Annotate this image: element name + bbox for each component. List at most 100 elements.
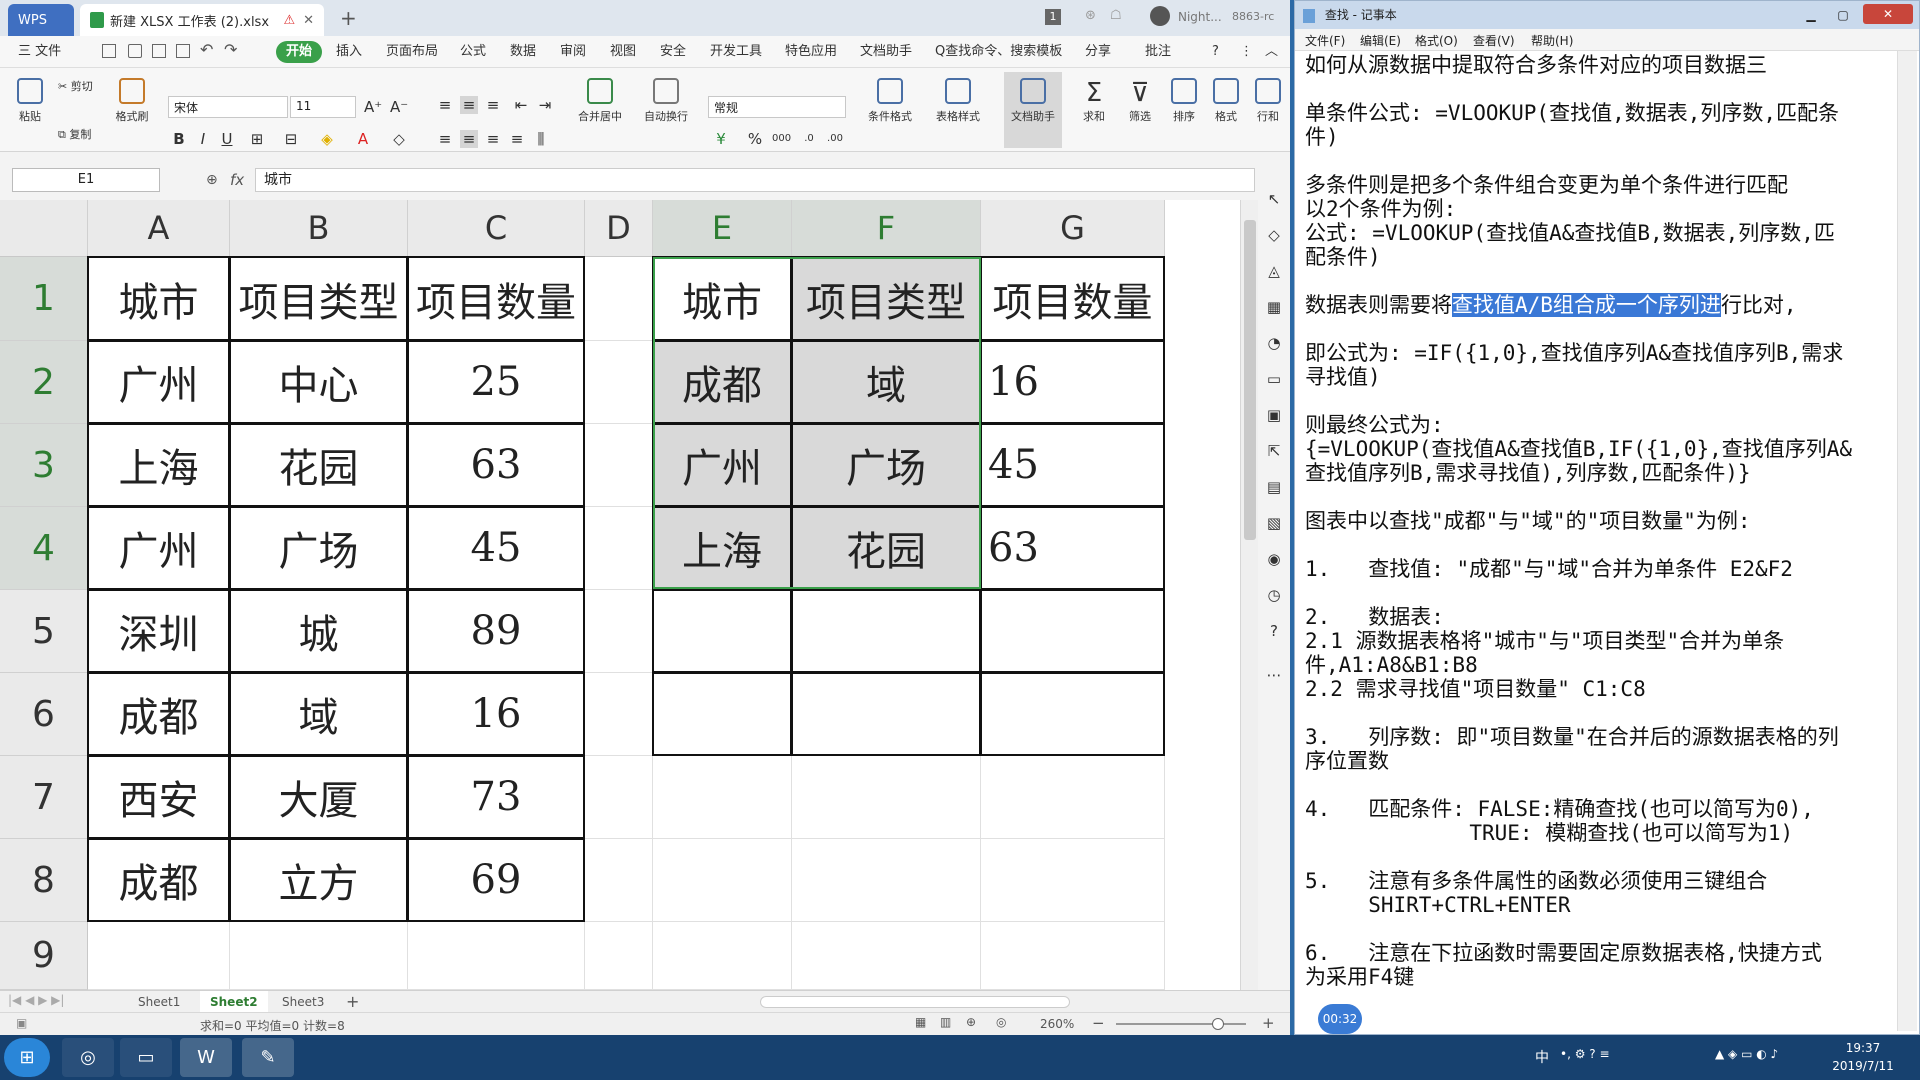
grid-cell[interactable] [88, 922, 230, 990]
align-right-icon[interactable]: ≡ [484, 130, 502, 148]
grid-cell[interactable] [981, 756, 1165, 839]
cell-a2[interactable]: 广州 [87, 340, 230, 424]
cell-c5[interactable]: 89 [407, 589, 585, 673]
vertical-scrollbar[interactable] [1240, 200, 1258, 990]
cell-e6[interactable] [652, 672, 792, 756]
tab-wps-home[interactable]: WPS [8, 4, 74, 36]
increase-decimal-icon[interactable]: .0 [800, 130, 818, 148]
image-icon[interactable]: ▧ [1265, 514, 1283, 532]
formula-input[interactable]: 城市 [255, 168, 1255, 192]
menu-review[interactable]: 审阅 [560, 42, 586, 62]
grid-cell[interactable] [585, 424, 653, 507]
shirt-icon[interactable]: ☖ [1110, 8, 1122, 23]
style-icon[interactable]: ◬ [1265, 262, 1283, 280]
shape-icon[interactable]: ◇ [1265, 226, 1283, 244]
menu-file[interactable]: 三 文件 [18, 42, 61, 62]
zoom-slider[interactable] [1116, 1018, 1246, 1030]
maximize-icon[interactable]: ▢ [1829, 1, 1857, 29]
select-icon[interactable]: ↖ [1265, 190, 1283, 208]
cell-e3[interactable]: 广州 [652, 423, 792, 507]
close-icon[interactable]: ✕ [1863, 4, 1913, 24]
grid-cell[interactable] [585, 839, 653, 922]
cell-f2[interactable]: 域 [791, 340, 981, 424]
ime-toolbar-icons[interactable]: •, ⚙ ? ≡ [1560, 1047, 1610, 1061]
minimize-icon[interactable]: ▁ [1797, 1, 1825, 29]
clear-format-icon[interactable]: ◇ [390, 130, 408, 148]
grid-cell[interactable] [653, 839, 792, 922]
more-icon[interactable]: ⋮ [1240, 42, 1253, 62]
sheet-tab-2[interactable]: Sheet2 [200, 991, 268, 1013]
search-command[interactable]: Q查找命令、搜索模板 [935, 42, 1062, 62]
grid-cell[interactable] [792, 756, 981, 839]
export-side-icon[interactable]: ⇱ [1265, 442, 1283, 460]
tray-icons[interactable]: ▲ ◈ ▭ ◐ ♪ [1715, 1047, 1778, 1061]
column-header-g[interactable]: G [981, 200, 1165, 257]
filter-button[interactable]: ⊽ 筛选 [1122, 78, 1158, 124]
column-header-d[interactable]: D [585, 200, 653, 257]
new-tab-button[interactable]: + [340, 6, 357, 30]
indent-increase-icon[interactable]: ⇥ [536, 96, 554, 114]
bold-icon[interactable]: B [170, 130, 188, 148]
table-style-button[interactable]: 表格样式 [928, 78, 988, 124]
sheet-tab-1[interactable]: Sheet1 [128, 991, 190, 1013]
cell-f3[interactable]: 广场 [791, 423, 981, 507]
align-left-icon[interactable]: ≡ [436, 130, 454, 148]
backup-icon[interactable]: ▤ [1265, 478, 1283, 496]
scroll-thumb[interactable] [1244, 220, 1256, 540]
cell-a1[interactable]: 城市 [87, 256, 230, 341]
menu-page-layout[interactable]: 页面布局 [386, 42, 438, 62]
more-side-icon[interactable]: ⋯ [1265, 666, 1283, 684]
copy-button[interactable]: ⧉ 复制 [58, 126, 108, 142]
menu-view[interactable]: 视图 [610, 42, 636, 62]
column-header-c[interactable]: C [408, 200, 585, 257]
cell-a6[interactable]: 成都 [87, 672, 230, 756]
history-icon[interactable]: ◷ [1265, 586, 1283, 604]
percent-icon[interactable]: % [746, 130, 764, 148]
normal-view-icon[interactable]: ▦ [915, 1015, 926, 1029]
grid-cell[interactable] [585, 507, 653, 590]
row-header-3[interactable]: 3 [0, 424, 88, 507]
underline-icon[interactable]: U [218, 130, 236, 148]
np-menu-view[interactable]: 查看(V) [1473, 32, 1515, 49]
page-layout-icon[interactable]: ⊕ [966, 1015, 976, 1029]
chrome-icon[interactable]: ◎ [62, 1038, 114, 1077]
macro-icon[interactable]: ▣ [16, 1016, 27, 1030]
cell-g6[interactable] [980, 672, 1165, 756]
font-size-select[interactable]: 11 [290, 96, 356, 118]
row-header-8[interactable]: 8 [0, 839, 88, 922]
eye-protect-icon[interactable]: ◎ [996, 1015, 1006, 1029]
merge-center-button[interactable]: 合并居中 [572, 78, 628, 124]
grid-cell[interactable] [585, 257, 653, 341]
cell-a5[interactable]: 深圳 [87, 589, 230, 673]
row-header-4[interactable]: 4 [0, 507, 88, 590]
align-bottom-icon[interactable]: ≡ [484, 96, 502, 114]
cell-a7[interactable]: 西安 [87, 755, 230, 839]
grid-cell[interactable] [585, 341, 653, 424]
cell-e1[interactable]: 城市 [652, 256, 792, 341]
cell-c2[interactable]: 25 [407, 340, 585, 424]
menu-data[interactable]: 数据 [510, 42, 536, 62]
grid-cell[interactable] [653, 756, 792, 839]
row-header-9[interactable]: 9 [0, 922, 88, 990]
zoom-slider-thumb[interactable] [1212, 1018, 1224, 1030]
cell-b5[interactable]: 城 [229, 589, 408, 673]
comment-icon[interactable]: ▭ [1265, 370, 1283, 388]
menu-formula[interactable]: 公式 [460, 42, 486, 62]
help-icon[interactable]: ? [1212, 42, 1219, 62]
collapse-ribbon-icon[interactable]: ︿ [1265, 42, 1278, 62]
zoom-out-icon[interactable]: − [1092, 1014, 1105, 1032]
name-box[interactable]: E1 [12, 168, 160, 192]
distribute-icon[interactable]: ⫼ [532, 130, 550, 148]
notepad-text-area[interactable]: 如何从源数据中提取符合多条件对应的项目数据三 单条件公式: =VLOOKUP(查找… [1305, 53, 1895, 1013]
print-icon[interactable] [152, 44, 166, 58]
clip-icon[interactable]: ▣ [1265, 406, 1283, 424]
grid-cell[interactable] [792, 839, 981, 922]
np-menu-file[interactable]: 文件(F) [1305, 32, 1345, 49]
cell-b7[interactable]: 大厦 [229, 755, 408, 839]
page-break-icon[interactable]: ▥ [940, 1015, 951, 1029]
grid-cell[interactable] [585, 922, 653, 990]
cell-e5[interactable] [652, 589, 792, 673]
row-header-1[interactable]: 1 [0, 257, 88, 341]
cell-g3[interactable]: 45 [980, 423, 1165, 507]
cell-g5[interactable] [980, 589, 1165, 673]
